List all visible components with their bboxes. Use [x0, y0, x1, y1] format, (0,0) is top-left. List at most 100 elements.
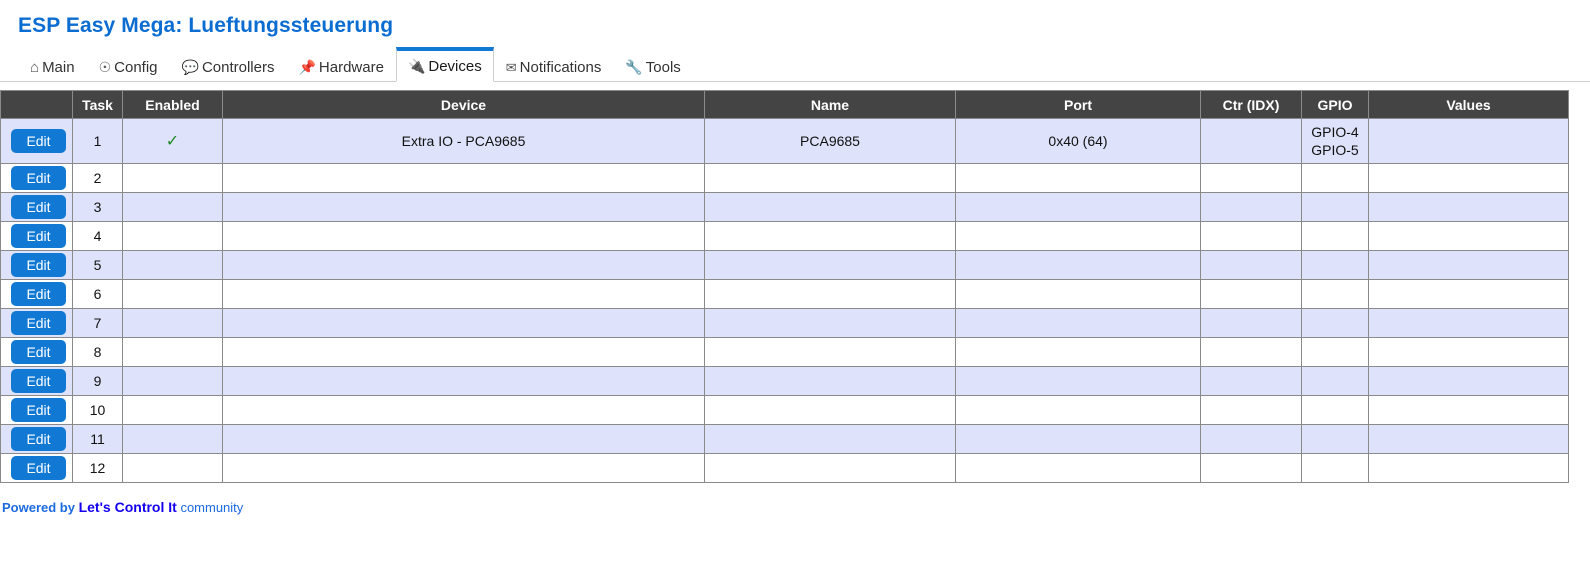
cell-port	[955, 250, 1201, 280]
cell-enabled	[122, 250, 223, 280]
cell-ctr-idx	[1200, 308, 1302, 338]
edit-button[interactable]: Edit	[11, 253, 66, 277]
cell-enabled	[122, 424, 223, 454]
table-row: Edit 1 ✓ Extra IO - PCA9685 PCA9685 0x40 (64)…	[0, 118, 1569, 164]
cell-task: 11	[72, 424, 123, 454]
cell-task: 10	[72, 395, 123, 425]
devices-table-head: Task Enabled Device Name Port Ctr (IDX) GPIO Va…	[0, 90, 1569, 119]
cell-port	[955, 163, 1201, 193]
nav-tab-label: Notifications	[519, 58, 602, 76]
cell-gpio	[1301, 337, 1369, 367]
table-row: Edit 5	[0, 250, 1569, 280]
cell-device	[222, 192, 705, 222]
cell-name	[704, 163, 956, 193]
col-header-ctr-idx: Ctr (IDX)	[1200, 90, 1302, 119]
edit-button[interactable]: Edit	[11, 129, 66, 153]
cell-enabled	[122, 221, 223, 251]
cell-task: 4	[72, 221, 123, 251]
edit-button[interactable]: Edit	[11, 224, 66, 248]
nav-tab-notifications[interactable]: ✉ Notifications	[494, 51, 614, 82]
cell-gpio	[1301, 250, 1369, 280]
cell-task: 8	[72, 337, 123, 367]
edit-button[interactable]: Edit	[11, 456, 66, 480]
table-row: Edit 12	[0, 453, 1569, 483]
edit-button[interactable]: Edit	[11, 195, 66, 219]
cell-gpio: GPIO-4 GPIO-5	[1301, 118, 1369, 164]
nav-tab-label: Main	[42, 58, 75, 76]
cell-edit: Edit	[0, 337, 73, 367]
footer-suffix: community	[180, 500, 244, 515]
cell-ctr-idx	[1200, 192, 1302, 222]
cell-port	[955, 192, 1201, 222]
cell-enabled	[122, 395, 223, 425]
nav-tab-devices[interactable]: 🔌 Devices	[395, 47, 494, 82]
table-row: Edit 3	[0, 192, 1569, 222]
cell-ctr-idx	[1200, 250, 1302, 280]
cell-edit: Edit	[0, 118, 73, 164]
table-row: Edit 10	[0, 395, 1569, 425]
edit-button[interactable]: Edit	[11, 340, 66, 364]
table-row: Edit 7	[0, 308, 1569, 338]
edit-button[interactable]: Edit	[11, 369, 66, 393]
plug-icon: 🔌	[407, 58, 426, 74]
home-icon: ⌂	[30, 58, 40, 76]
cell-name: PCA9685	[704, 118, 956, 164]
cell-gpio	[1301, 192, 1369, 222]
cell-device	[222, 453, 705, 483]
cell-edit: Edit	[0, 308, 73, 338]
cell-enabled	[122, 308, 223, 338]
cell-gpio	[1301, 366, 1369, 396]
cell-name	[704, 308, 956, 338]
edit-button[interactable]: Edit	[11, 282, 66, 306]
cell-edit: Edit	[0, 366, 73, 396]
nav-tab-label: Hardware	[318, 58, 384, 76]
table-header-row: Task Enabled Device Name Port Ctr (IDX) GPIO Va…	[0, 90, 1569, 119]
cell-values	[1368, 395, 1569, 425]
edit-button[interactable]: Edit	[11, 398, 66, 422]
nav-tab-label: Config	[114, 58, 158, 76]
nav-tab-config[interactable]: ☉ Config	[87, 51, 170, 82]
nav-tab-list: ⌂ Main ☉ Config 💬 Controllers 📌 Hardware 🔌 Device…	[18, 46, 1590, 82]
table-row: Edit 4	[0, 221, 1569, 251]
col-header-port: Port	[955, 90, 1201, 119]
col-header-gpio: GPIO	[1301, 90, 1369, 119]
cell-gpio	[1301, 308, 1369, 338]
edit-button[interactable]: Edit	[11, 166, 66, 190]
cell-values	[1368, 308, 1569, 338]
cell-device: Extra IO - PCA9685	[222, 118, 705, 164]
footer: Powered by Let's Control It community	[0, 499, 1590, 515]
devices-table: Task Enabled Device Name Port Ctr (IDX) GPIO Va…	[0, 90, 1569, 483]
cell-device	[222, 279, 705, 309]
cell-port	[955, 308, 1201, 338]
cell-device	[222, 221, 705, 251]
nav-tab-main[interactable]: ⌂ Main	[18, 51, 87, 82]
nav-tab-controllers[interactable]: 💬 Controllers	[170, 51, 287, 82]
cell-enabled: ✓	[122, 118, 223, 164]
cell-values	[1368, 250, 1569, 280]
cell-task: 3	[72, 192, 123, 222]
cell-port	[955, 453, 1201, 483]
footer-brand-link[interactable]: Let's Control It	[79, 499, 177, 515]
cell-task: 2	[72, 163, 123, 193]
edit-button[interactable]: Edit	[11, 311, 66, 335]
pushpin-icon: 📌	[298, 59, 316, 75]
cell-enabled	[122, 163, 223, 193]
cell-task: 9	[72, 366, 123, 396]
cell-name	[704, 395, 956, 425]
nav-tab-label: Tools	[645, 58, 681, 76]
col-header-device: Device	[222, 90, 705, 119]
cell-edit: Edit	[0, 221, 73, 251]
cell-device	[222, 308, 705, 338]
cell-values	[1368, 424, 1569, 454]
cell-port: 0x40 (64)	[955, 118, 1201, 164]
edit-button[interactable]: Edit	[11, 427, 66, 451]
cell-ctr-idx	[1200, 163, 1302, 193]
cell-ctr-idx	[1200, 453, 1302, 483]
nav-tab-tools[interactable]: 🔧 Tools	[613, 51, 692, 82]
main-navigation: ⌂ Main ☉ Config 💬 Controllers 📌 Hardware 🔌 Device…	[0, 46, 1590, 82]
nav-tab-hardware[interactable]: 📌 Hardware	[286, 51, 395, 82]
cell-edit: Edit	[0, 279, 73, 309]
cell-task: 12	[72, 453, 123, 483]
cell-values	[1368, 163, 1569, 193]
speech-bubble-icon: 💬	[181, 59, 199, 75]
